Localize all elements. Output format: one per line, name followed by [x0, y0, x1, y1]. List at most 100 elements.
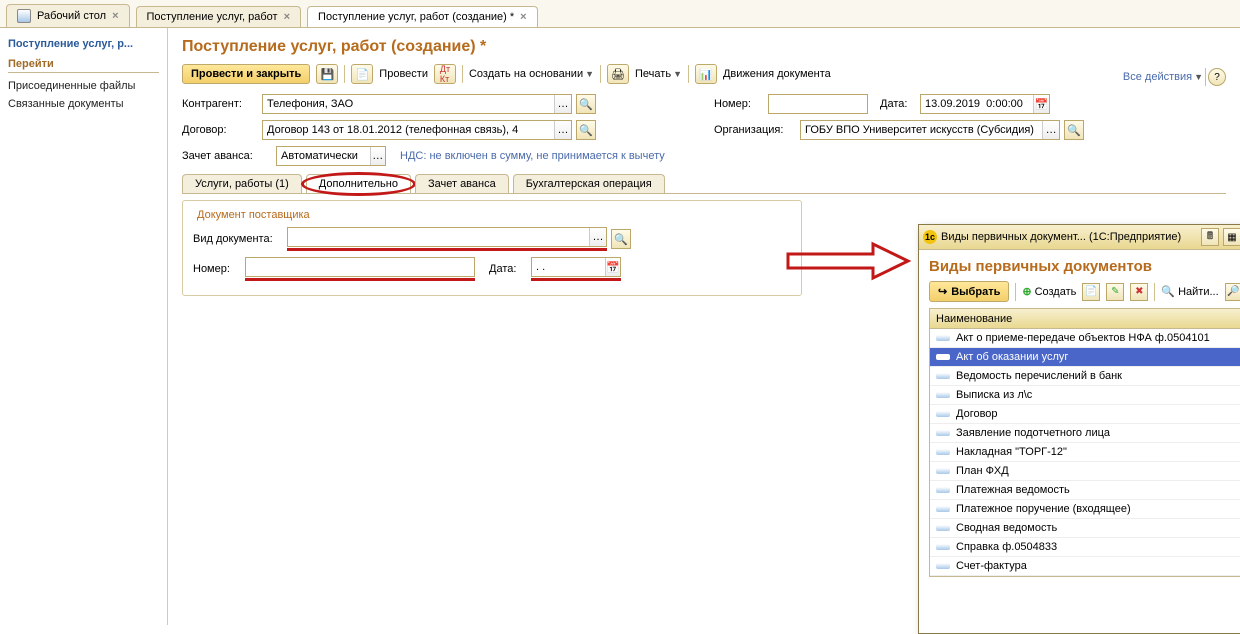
chevron-down-icon: ▼	[585, 69, 594, 79]
table-row[interactable]: Сводная ведомость	[930, 519, 1240, 538]
magnifier-icon[interactable]: 🔍	[1064, 120, 1084, 140]
printer-icon[interactable]: 🖨	[607, 64, 629, 84]
edit-icon[interactable]: ✎	[1106, 283, 1124, 301]
clear-filter-icon[interactable]: 🔎	[1225, 283, 1240, 301]
table-row[interactable]: Акт о приеме-передаче объектов НФА ф.050…	[930, 329, 1240, 348]
table-row[interactable]: Заявление подотчетного лица	[930, 424, 1240, 443]
doc-types-table: Наименование ≛ ▲ Акт о приеме-передаче о…	[929, 308, 1240, 577]
table-row[interactable]: Счет-фактура	[930, 557, 1240, 576]
close-icon[interactable]: ×	[520, 11, 526, 23]
delete-icon[interactable]: ✖	[1130, 283, 1148, 301]
form-tabs: Услуги, работы (1) Дополнительно Зачет а…	[182, 174, 1226, 194]
side-panel: Поступление услуг, р... Перейти Присоеди…	[0, 28, 168, 625]
tab-accounting[interactable]: Бухгалтерская операция	[513, 174, 665, 193]
choose-icon[interactable]: …	[554, 121, 571, 139]
table-row[interactable]: Ведомость перечислений в банк	[930, 367, 1240, 386]
magnifier-icon[interactable]: 🔍	[611, 229, 631, 249]
row-icon	[936, 411, 950, 417]
row-icon	[936, 392, 950, 398]
table-row[interactable]: Платежное поручение (входящее)	[930, 500, 1240, 519]
row-icon	[936, 373, 950, 379]
create-button[interactable]: ⊕Создать	[1022, 285, 1076, 298]
choose-icon[interactable]: …	[589, 228, 606, 246]
magnifier-icon[interactable]: 🔍	[576, 120, 596, 140]
tool-icon[interactable]: 🖩	[1201, 228, 1219, 246]
post-and-close-button[interactable]: Провести и закрыть	[182, 64, 310, 84]
choose-icon[interactable]: …	[554, 95, 571, 113]
choose-button[interactable]: ↪Выбрать	[929, 281, 1009, 302]
table-row[interactable]: Договор	[930, 405, 1240, 424]
vat-link[interactable]: НДС: не включен в сумму, не принимается …	[400, 150, 665, 162]
side-link-attachments[interactable]: Присоединенные файлы	[8, 77, 159, 95]
side-go[interactable]: Перейти	[8, 58, 159, 73]
calendar-icon[interactable]: 📅	[1033, 95, 1049, 113]
supplier-doc-title: Документ поставщика	[193, 209, 314, 221]
doc-type-input[interactable]: …	[287, 227, 607, 247]
org-input[interactable]: …	[800, 120, 1060, 140]
number-input[interactable]	[768, 94, 868, 114]
tab-doc1-label: Поступление услуг, работ	[147, 11, 278, 23]
post-button[interactable]: Провести	[379, 68, 428, 80]
copy-icon[interactable]: 📄	[1082, 283, 1100, 301]
tab-advance[interactable]: Зачет аванса	[415, 174, 509, 193]
tab-doc2-label: Поступление услуг, работ (создание) *	[318, 11, 514, 23]
side-title: Поступление услуг, р...	[8, 38, 159, 50]
dialog-title-bar[interactable]: 1c Виды первичных документ... (1С:Предпр…	[919, 225, 1240, 250]
row-label: Счет-фактура	[956, 560, 1027, 572]
table-row[interactable]: План ФХД	[930, 462, 1240, 481]
contract-field[interactable]	[263, 121, 554, 139]
separator	[462, 65, 463, 83]
table-row[interactable]: Платежная ведомость	[930, 481, 1240, 500]
close-icon[interactable]: ×	[112, 10, 118, 22]
doc-date-input[interactable]: 📅	[531, 257, 621, 277]
print-button[interactable]: Печать▼	[635, 68, 682, 80]
contractor-input[interactable]: …	[262, 94, 572, 114]
advance-field[interactable]	[277, 147, 370, 165]
row-icon	[936, 506, 950, 512]
tab-additional[interactable]: Дополнительно	[306, 174, 411, 193]
choose-icon[interactable]: …	[370, 147, 385, 165]
row-icon	[936, 544, 950, 550]
doc-date-field[interactable]	[532, 258, 605, 276]
table-row[interactable]: Акт об оказании услуг	[930, 348, 1240, 367]
all-actions-link[interactable]: Все действия▼	[1123, 71, 1203, 83]
tab-doc1[interactable]: Поступление услуг, работ ×	[136, 6, 302, 27]
doc-num-input[interactable]	[245, 257, 475, 277]
tab-services[interactable]: Услуги, работы (1)	[182, 174, 302, 193]
table-row[interactable]: Справка ф.0504833	[930, 538, 1240, 557]
save-icon[interactable]: 💾	[316, 64, 338, 84]
doc-type-field[interactable]	[288, 228, 589, 246]
table-header[interactable]: Наименование ≛ ▲	[930, 309, 1240, 329]
magnifier-icon[interactable]: 🔍	[576, 94, 596, 114]
tab-desktop[interactable]: Рабочий стол ×	[6, 4, 130, 27]
number-label: Номер:	[714, 98, 764, 110]
date-field[interactable]	[921, 95, 1033, 113]
doc-num-field[interactable]	[246, 258, 474, 276]
contractor-field[interactable]	[263, 95, 554, 113]
side-link-related[interactable]: Связанные документы	[8, 95, 159, 113]
contract-input[interactable]: …	[262, 120, 572, 140]
tab-doc2[interactable]: Поступление услуг, работ (создание) * ×	[307, 6, 538, 27]
table-row[interactable]: Выписка из л\с	[930, 386, 1240, 405]
dtkt-icon[interactable]: ДтКт	[434, 64, 456, 84]
org-field[interactable]	[801, 121, 1042, 139]
row-icon	[936, 525, 950, 531]
table-row[interactable]: Накладная "ТОРГ-12"	[930, 443, 1240, 462]
date-input[interactable]: 📅	[920, 94, 1050, 114]
number-field[interactable]	[769, 95, 867, 113]
find-button[interactable]: 🔍Найти...	[1161, 285, 1218, 298]
help-icon[interactable]: ?	[1208, 68, 1226, 86]
advance-input[interactable]: …	[276, 146, 386, 166]
separator	[688, 65, 689, 83]
row-icon	[936, 563, 950, 569]
tool-icon[interactable]: ▦	[1223, 228, 1240, 246]
create-based-button[interactable]: Создать на основании▼	[469, 68, 594, 80]
choose-icon[interactable]: …	[1042, 121, 1059, 139]
content: Поступление услуг, работ (создание) * Пр…	[168, 28, 1240, 625]
close-icon[interactable]: ×	[284, 11, 290, 23]
post-icon[interactable]: 📄	[351, 64, 373, 84]
contract-label: Договор:	[182, 124, 258, 136]
report-icon[interactable]: 📊	[695, 64, 717, 84]
calendar-icon[interactable]: 📅	[605, 258, 620, 276]
movements-button[interactable]: Движения документа	[723, 68, 831, 80]
